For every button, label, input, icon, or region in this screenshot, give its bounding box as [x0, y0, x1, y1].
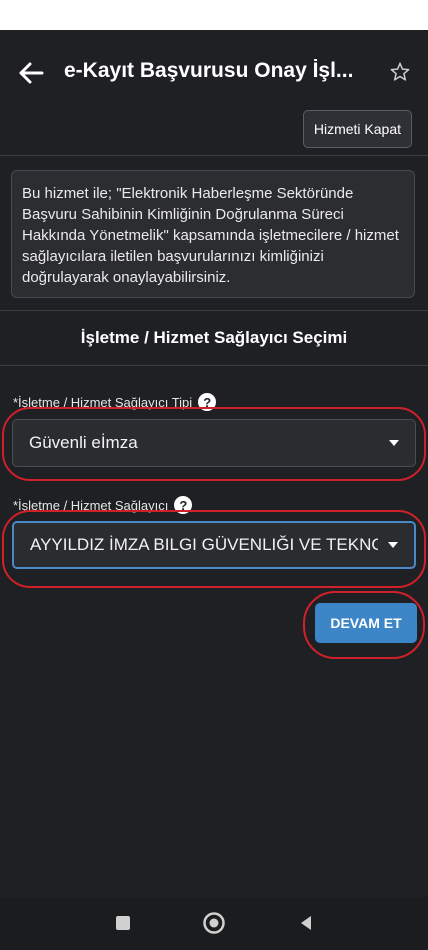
triangle-back-icon[interactable] — [292, 909, 320, 937]
circle-home-icon[interactable] — [200, 909, 228, 937]
close-service-button[interactable]: Hizmeti Kapat — [302, 110, 412, 148]
page-title: e-Kayıt Başvurusu Onay İşl... — [64, 59, 354, 82]
star-outline-icon[interactable] — [386, 58, 414, 86]
info-box: Bu hizmet ile; "Elektronik Haberleşme Se… — [11, 170, 415, 298]
divider — [0, 155, 428, 156]
section-title: İşletme / Hizmet Sağlayıcı Seçimi — [80, 327, 348, 347]
app-bar: e-Kayıt Başvurusu Onay İşl... — [0, 30, 428, 116]
system-nav-bar — [0, 897, 428, 950]
square-recents-icon[interactable] — [109, 909, 137, 937]
divider — [0, 365, 428, 366]
arrow-left-icon[interactable] — [16, 58, 46, 88]
annotation-ring — [2, 510, 426, 588]
toolbar: Hizmeti Kapat — [0, 106, 428, 156]
annotation-ring — [303, 591, 425, 659]
annotation-ring — [2, 407, 426, 481]
app-screen: e-Kayıt Başvurusu Onay İşl... Hizmeti Ka… — [0, 30, 428, 950]
